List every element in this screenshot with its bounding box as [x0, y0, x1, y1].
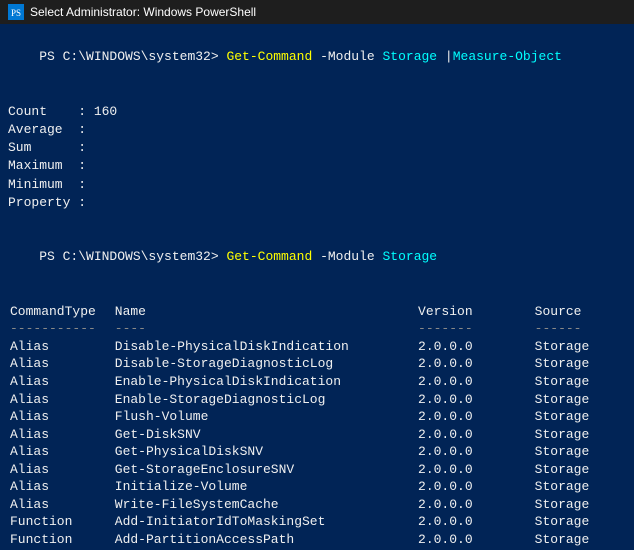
- table-row: AliasGet-StorageEnclosureSNV2.0.0.0Stora…: [8, 461, 626, 479]
- blank-line-3: [8, 285, 626, 303]
- cell-type: Alias: [8, 478, 113, 496]
- cell-name: Get-DiskSNV: [113, 426, 416, 444]
- cell-type: Alias: [8, 338, 113, 356]
- cell-name: Get-PhysicalDiskSNV: [113, 443, 416, 461]
- cell-name: Enable-PhysicalDiskIndication: [113, 373, 416, 391]
- cell-source: Storage: [533, 531, 626, 549]
- prompt-1: PS C:\WINDOWS\system32>: [39, 49, 226, 64]
- cell-name: Enable-StorageDiagnosticLog: [113, 391, 416, 409]
- table-row: AliasDisable-PhysicalDiskIndication2.0.0…: [8, 338, 626, 356]
- blank-line-2: [8, 212, 626, 230]
- cell-source: Storage: [533, 408, 626, 426]
- cell-source: Storage: [533, 478, 626, 496]
- cell-version: 2.0.0.0: [416, 426, 533, 444]
- prompt-2: PS C:\WINDOWS\system32>: [39, 249, 226, 264]
- cell-source: Storage: [533, 496, 626, 514]
- cell-type: Alias: [8, 408, 113, 426]
- output-property: Property :: [8, 194, 626, 212]
- table-body: AliasDisable-PhysicalDiskIndication2.0.0…: [8, 338, 626, 550]
- sep-type: -----------: [8, 320, 113, 338]
- cell-source: Storage: [533, 338, 626, 356]
- cell-type: Alias: [8, 496, 113, 514]
- terminal: PS C:\WINDOWS\system32> Get-Command -Mod…: [0, 24, 634, 550]
- cell-type: Alias: [8, 461, 113, 479]
- title-bar: PS Select Administrator: Windows PowerSh…: [0, 0, 634, 24]
- table-row: FunctionAdd-InitiatorIdToMaskingSet2.0.0…: [8, 513, 626, 531]
- get-command-2: Get-Command: [226, 249, 312, 264]
- cell-source: Storage: [533, 443, 626, 461]
- param-module-1: -Module: [312, 49, 382, 64]
- cell-version: 2.0.0.0: [416, 355, 533, 373]
- value-storage-2: Storage: [383, 249, 438, 264]
- window-title: Select Administrator: Windows PowerShell: [30, 5, 256, 19]
- output-count: Count : 160: [8, 103, 626, 121]
- cell-source: Storage: [533, 373, 626, 391]
- cell-type: Alias: [8, 426, 113, 444]
- cell-name: Initialize-Volume: [113, 478, 416, 496]
- command-line-1: PS C:\WINDOWS\system32> Get-Command -Mod…: [8, 30, 626, 85]
- cell-type: Alias: [8, 355, 113, 373]
- pipe-symbol: |: [437, 49, 453, 64]
- app-icon: PS: [8, 4, 24, 20]
- cell-name: Write-FileSystemCache: [113, 496, 416, 514]
- sep-version: -------: [416, 320, 533, 338]
- cell-name: Add-InitiatorIdToMaskingSet: [113, 513, 416, 531]
- cell-name: Disable-StorageDiagnosticLog: [113, 355, 416, 373]
- table-row: AliasWrite-FileSystemCache2.0.0.0Storage: [8, 496, 626, 514]
- value-storage-1: Storage: [383, 49, 438, 64]
- cell-type: Function: [8, 513, 113, 531]
- get-command-1: Get-Command: [226, 49, 312, 64]
- svg-text:PS: PS: [11, 8, 21, 18]
- output-average: Average :: [8, 121, 626, 139]
- cell-version: 2.0.0.0: [416, 461, 533, 479]
- cell-source: Storage: [533, 355, 626, 373]
- header-name: Name: [113, 303, 416, 321]
- cell-version: 2.0.0.0: [416, 513, 533, 531]
- cell-name: Get-StorageEnclosureSNV: [113, 461, 416, 479]
- header-source: Source: [533, 303, 626, 321]
- table-row: AliasInitialize-Volume2.0.0.0Storage: [8, 478, 626, 496]
- cell-source: Storage: [533, 513, 626, 531]
- table-row: AliasFlush-Volume2.0.0.0Storage: [8, 408, 626, 426]
- command-line-2: PS C:\WINDOWS\system32> Get-Command -Mod…: [8, 230, 626, 285]
- cell-version: 2.0.0.0: [416, 338, 533, 356]
- table-row: FunctionAdd-PartitionAccessPath2.0.0.0St…: [8, 531, 626, 549]
- header-type: CommandType: [8, 303, 113, 321]
- table-row: AliasDisable-StorageDiagnosticLog2.0.0.0…: [8, 355, 626, 373]
- cell-name: Add-PartitionAccessPath: [113, 531, 416, 549]
- table-row: AliasEnable-StorageDiagnosticLog2.0.0.0S…: [8, 391, 626, 409]
- cell-version: 2.0.0.0: [416, 443, 533, 461]
- output-sum: Sum :: [8, 139, 626, 157]
- output-maximum: Maximum :: [8, 157, 626, 175]
- sep-source: ------: [533, 320, 626, 338]
- cell-version: 2.0.0.0: [416, 478, 533, 496]
- table-separator-row: ----------- ---- ------- ------: [8, 320, 626, 338]
- cell-version: 2.0.0.0: [416, 531, 533, 549]
- cell-type: Alias: [8, 443, 113, 461]
- cell-type: Function: [8, 531, 113, 549]
- cell-type: Alias: [8, 373, 113, 391]
- table-row: AliasGet-PhysicalDiskSNV2.0.0.0Storage: [8, 443, 626, 461]
- cell-source: Storage: [533, 391, 626, 409]
- cell-version: 2.0.0.0: [416, 391, 533, 409]
- output-minimum: Minimum :: [8, 176, 626, 194]
- sep-name: ----: [113, 320, 416, 338]
- cell-type: Alias: [8, 391, 113, 409]
- table-row: AliasGet-DiskSNV2.0.0.0Storage: [8, 426, 626, 444]
- cell-name: Flush-Volume: [113, 408, 416, 426]
- table-header-row: CommandType Name Version Source: [8, 303, 626, 321]
- measure-object: Measure-Object: [453, 49, 562, 64]
- command-table: CommandType Name Version Source --------…: [8, 303, 626, 550]
- header-version: Version: [416, 303, 533, 321]
- cell-version: 2.0.0.0: [416, 373, 533, 391]
- param-module-2: -Module: [312, 249, 382, 264]
- cell-version: 2.0.0.0: [416, 496, 533, 514]
- cell-version: 2.0.0.0: [416, 408, 533, 426]
- table-row: AliasEnable-PhysicalDiskIndication2.0.0.…: [8, 373, 626, 391]
- blank-line-1: [8, 85, 626, 103]
- cell-source: Storage: [533, 461, 626, 479]
- cell-source: Storage: [533, 426, 626, 444]
- cell-name: Disable-PhysicalDiskIndication: [113, 338, 416, 356]
